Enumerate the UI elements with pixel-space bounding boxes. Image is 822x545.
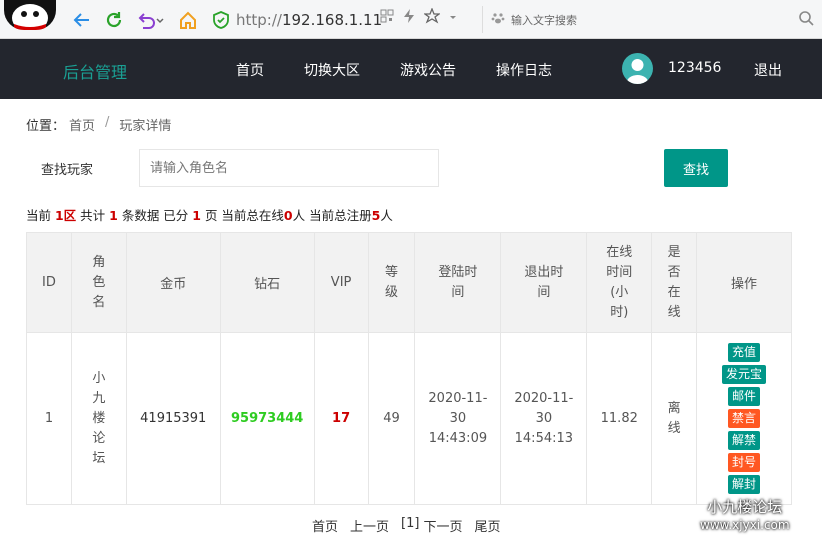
brand-title[interactable]: 后台管理 <box>63 59 127 83</box>
nav-item-switch-zone[interactable]: 切换大区 <box>304 60 360 80</box>
page-current: [1] <box>401 516 420 531</box>
table-row: 1 小九楼论坛 41915391 95973444 17 49 2020-11-… <box>26 332 792 505</box>
search-button[interactable]: 查找 <box>664 149 728 187</box>
pagination: 首页 上一页 [1] 下一页 尾页 <box>312 516 500 535</box>
nav-item-announcements[interactable]: 游戏公告 <box>400 60 456 80</box>
secure-shield-icon <box>213 10 229 29</box>
cell-id: 1 <box>26 332 72 505</box>
summary-registered: 5 <box>371 208 381 223</box>
breadcrumb-current: 玩家详情 <box>119 119 172 134</box>
ban-button[interactable]: 封号 <box>728 453 761 472</box>
chevron-down-icon[interactable] <box>448 11 458 26</box>
col-header-vip: VIP <box>313 232 369 333</box>
refresh-icon[interactable] <box>102 8 126 32</box>
col-header-id: ID <box>26 232 72 333</box>
search-icon[interactable] <box>798 10 814 30</box>
mail-button[interactable]: 邮件 <box>728 387 761 406</box>
undo-history-icon[interactable] <box>134 8 166 32</box>
cell-name: 小九楼论坛 <box>70 332 127 505</box>
address-tools <box>380 7 458 28</box>
col-header-actions: 操作 <box>696 232 792 333</box>
nav-item-operation-log[interactable]: 操作日志 <box>496 60 552 80</box>
browser-toolbar: http://192.168.1.11 输入文字搜索 <box>0 0 822 39</box>
summary-online: 0 <box>283 208 293 223</box>
page-first-link[interactable]: 首页 <box>312 516 338 535</box>
cell-actions: 充值 发元宝 邮件 禁言 解禁 封号 解封 <box>696 332 792 505</box>
search-label: 查找玩家 <box>41 163 94 178</box>
col-header-online-hours: 在线 时间 (小 时) <box>586 232 653 333</box>
username[interactable]: 123456 <box>668 60 721 76</box>
summary-pages: 1 <box>192 208 201 223</box>
lightning-icon[interactable] <box>402 8 416 28</box>
send-ingot-button[interactable]: 发元宝 <box>722 365 767 384</box>
cell-is-online: 离线 <box>651 332 698 505</box>
cell-vip: 17 <box>313 332 369 505</box>
player-table: ID 角色名 金币 钻石 VIP 等级 登陆时间 退出时间 在线 时间 (小 时) 是… <box>26 232 792 505</box>
unban-button[interactable]: 解封 <box>728 475 761 494</box>
page-last-link[interactable]: 尾页 <box>474 516 500 535</box>
col-header-level: 等级 <box>367 232 416 333</box>
cell-logout-time: 2020-11- 30 14:54:13 <box>500 332 588 505</box>
col-header-login-time: 登陆时间 <box>414 232 502 333</box>
browser-search-placeholder: 输入文字搜索 <box>511 13 577 27</box>
cell-diamond: 95973444 <box>219 332 315 505</box>
table-header-row: ID 角色名 金币 钻石 VIP 等级 登陆时间 退出时间 在线 时间 (小 时) 是… <box>26 232 792 333</box>
watermark-url: www.xjyxi.com <box>700 518 790 532</box>
main-nav: 首页 切换大区 游戏公告 操作日志 <box>236 60 592 80</box>
url-text: http://192.168.1.11 <box>236 10 383 29</box>
cell-login-time: 2020-11- 30 14:43:09 <box>414 332 502 505</box>
watermark: 小九楼论坛 www.xjyxi.com <box>700 498 790 534</box>
cell-level: 49 <box>367 332 416 505</box>
col-header-gold: 金币 <box>125 232 221 333</box>
breadcrumb-label: 位置： <box>26 119 66 134</box>
summary-zone: 1区 <box>54 208 77 223</box>
breadcrumb-separator: / <box>105 115 110 130</box>
cell-online-hours: 11.82 <box>586 332 653 505</box>
mute-button[interactable]: 禁言 <box>728 409 761 428</box>
star-icon[interactable] <box>423 7 441 28</box>
logout-link[interactable]: 退出 <box>754 60 782 80</box>
summary-count: 1 <box>109 208 118 223</box>
admin-header: 后台管理 首页 切换大区 游戏公告 操作日志 123456 退出 <box>0 39 822 99</box>
home-icon[interactable] <box>176 8 200 32</box>
summary-line: 当前 1区 共计 1 条数据 已分 1 页 当前总在线0人 当前总注册5人 <box>26 208 393 223</box>
unmute-button[interactable]: 解禁 <box>728 431 761 450</box>
watermark-name: 小九楼论坛 <box>707 498 783 516</box>
page-next-link[interactable]: 下一页 <box>423 516 462 535</box>
browser-profile-avatar[interactable] <box>4 0 56 30</box>
qr-code-icon[interactable] <box>380 9 394 27</box>
browser-search-box[interactable]: 输入文字搜索 <box>482 6 814 33</box>
breadcrumb-home-link[interactable]: 首页 <box>69 115 95 134</box>
col-header-name: 角色名 <box>70 232 127 333</box>
page-prev-link[interactable]: 上一页 <box>350 516 389 535</box>
paw-icon <box>491 11 505 29</box>
back-icon[interactable] <box>70 8 94 32</box>
nav-item-home[interactable]: 首页 <box>236 60 264 80</box>
col-header-diamond: 钻石 <box>219 232 315 333</box>
cell-gold: 41915391 <box>125 332 221 505</box>
col-header-logout-time: 退出时间 <box>500 232 588 333</box>
player-search-input[interactable] <box>139 149 439 187</box>
breadcrumb: 位置： 首页 / 玩家详情 <box>26 115 171 134</box>
avatar[interactable] <box>622 53 653 84</box>
recharge-button[interactable]: 充值 <box>728 343 761 362</box>
col-header-is-online: 是否在线 <box>651 232 698 333</box>
